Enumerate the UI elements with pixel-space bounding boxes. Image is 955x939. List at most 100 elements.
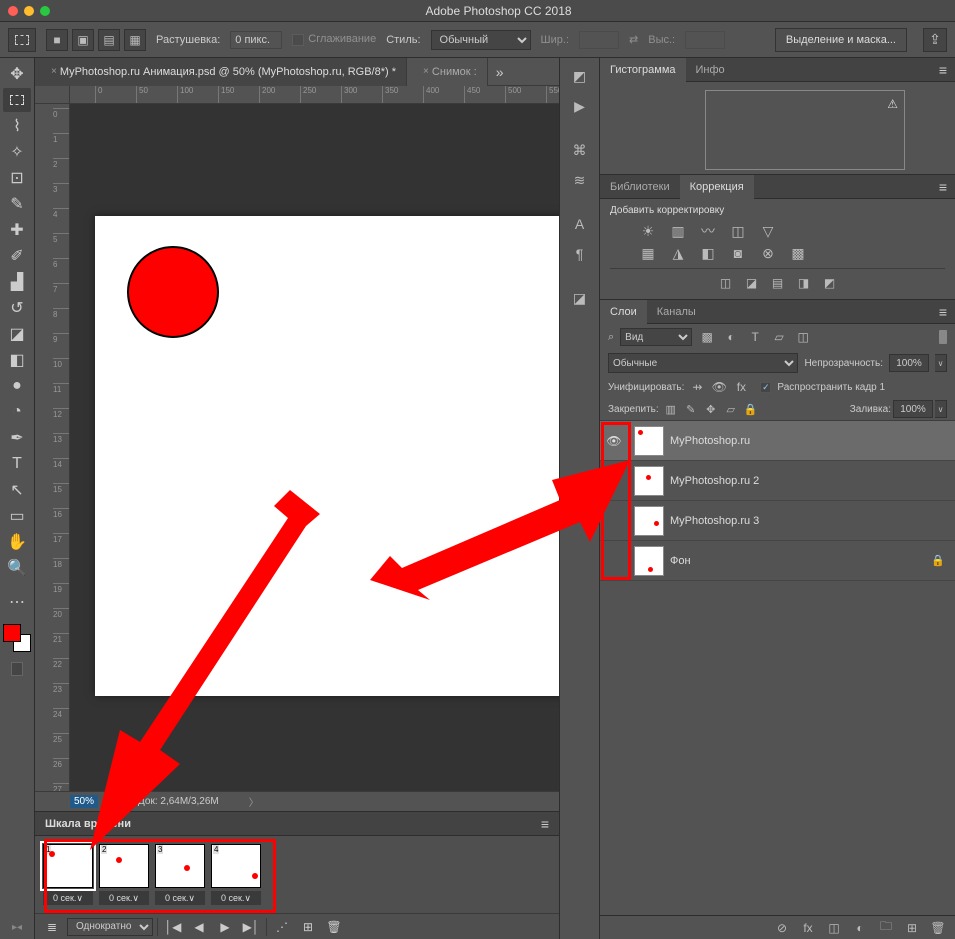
layer-thumbnail[interactable] [634,506,664,536]
exposure-icon[interactable]: ◫ [728,222,748,240]
zoom-level[interactable]: 50% [70,795,98,808]
lock-transparent-icon[interactable]: ▥ [663,401,679,417]
opacity-value[interactable]: 100% [889,354,929,372]
close-tab-icon[interactable]: × [51,66,57,77]
rectangle-tool[interactable]: ▭ [3,504,31,528]
levels-icon[interactable]: ▥ [668,222,688,240]
dock-brush-settings-icon[interactable]: ⌘ [566,138,594,162]
frame-duration[interactable]: 0 сек.∨ [99,891,149,905]
posterize-icon[interactable]: ◪ [743,275,761,291]
height-input[interactable] [685,31,725,49]
delete-frame-icon[interactable]: 🗑 [323,917,345,937]
hue-sat-icon[interactable]: ▦ [638,244,658,262]
feather-input[interactable] [230,31,282,49]
duplicate-frame-icon[interactable]: ⊞ [297,917,319,937]
bw-icon[interactable]: ◧ [698,244,718,262]
color-lookup-icon[interactable]: ▩ [788,244,808,262]
photo-filter-icon[interactable]: ◙ [728,244,748,262]
threshold-icon[interactable]: ▤ [769,275,787,291]
zoom-tool[interactable]: 🔍 [3,556,31,580]
lock-artboard-icon[interactable]: ▱ [723,401,739,417]
vertical-ruler[interactable]: 0123456789101112131415161718192021222324… [35,104,70,791]
convert-timeline-icon[interactable]: ≣ [41,917,63,937]
hand-tool[interactable]: ✋ [3,530,31,554]
rectangular-marquee-tool[interactable] [3,88,31,112]
dock-3d-icon[interactable]: ◪ [566,286,594,310]
doc-info-menu-icon[interactable]: 〉 [249,794,259,809]
adjustments-tab[interactable]: Коррекция [680,175,754,199]
histogram-warning-icon[interactable]: ⚠ [887,97,898,111]
filter-toggle[interactable] [939,330,947,344]
timeline-panel-menu-icon[interactable]: ≡ [541,816,549,832]
layer-name[interactable]: MyPhotoshop.ru [670,435,955,447]
layer-thumbnail[interactable] [634,466,664,496]
frame-thumbnail[interactable]: 3 [155,844,205,888]
new-selection-icon[interactable]: ■ [46,29,68,51]
minimize-window-button[interactable] [24,6,34,16]
play-icon[interactable]: ▶ [214,917,236,937]
frame-thumbnail[interactable]: 2 [99,844,149,888]
libraries-tab[interactable]: Библиотеки [600,175,680,199]
brush-tool[interactable]: ✐ [3,244,31,268]
info-tab[interactable]: Инфо [686,58,735,82]
healing-brush-tool[interactable]: ✚ [3,218,31,242]
layer-filter-kind-select[interactable]: Вид [620,328,692,346]
prev-frame-icon[interactable]: ◀ [188,917,210,937]
timeline-frame[interactable]: 3 0 сек.∨ [155,844,205,905]
antialias-checkbox[interactable]: Сглаживание [292,33,376,45]
layer-style-icon[interactable]: fx [799,920,817,936]
frame-duration[interactable]: 0 сек.∨ [43,891,93,905]
channels-tab[interactable]: Каналы [647,300,706,324]
new-layer-icon[interactable]: ⊞ [903,920,921,936]
layer-row[interactable]: Фон🔒 [600,541,955,581]
canvas-viewport[interactable] [70,104,559,791]
unify-position-icon[interactable]: ⇸ [688,379,706,395]
frame-thumbnail[interactable]: 4 [211,844,261,888]
tab-overflow-icon[interactable]: » [488,64,512,80]
eraser-tool[interactable]: ◪ [3,322,31,346]
layer-name[interactable]: MyPhotoshop.ru 2 [670,475,955,487]
filter-smart-icon[interactable]: ◫ [794,329,812,345]
layer-name[interactable]: Фон [670,555,931,567]
selective-color-icon[interactable]: ◩ [821,275,839,291]
document-tab-1[interactable]: × MyPhotoshop.ru Анимация.psd @ 50% (MyP… [35,58,407,86]
link-layers-icon[interactable]: ⊘ [773,920,791,936]
type-tool[interactable]: T [3,452,31,476]
brightness-contrast-icon[interactable]: ☀ [638,222,658,240]
next-frame-icon[interactable]: ▶│ [240,917,262,937]
layer-mask-icon[interactable]: ◫ [825,920,843,936]
adjustments-panel-menu-icon[interactable]: ≡ [931,179,955,195]
histogram-panel-menu-icon[interactable]: ≡ [931,62,955,78]
filter-type-icon[interactable]: T [746,329,764,345]
add-selection-icon[interactable]: ▣ [72,29,94,51]
lock-icon[interactable]: 🔒 [931,554,945,567]
edit-toolbar-icon[interactable]: ⋯ [3,590,31,614]
move-tool[interactable]: ✥ [3,62,31,86]
filter-shape-icon[interactable]: ▱ [770,329,788,345]
unify-style-icon[interactable]: fx [732,379,750,395]
dock-actions-icon[interactable]: ▶ [566,94,594,118]
stamp-tool[interactable]: ▟ [3,270,31,294]
color-balance-icon[interactable]: ◮ [668,244,688,262]
unify-visibility-icon[interactable]: 👁 [710,379,728,395]
doc-info[interactable]: Док: 2,64M/3,26M [138,796,219,807]
frame-duration[interactable]: 0 сек.∨ [155,891,205,905]
timeline-frame[interactable]: 2 0 сек.∨ [99,844,149,905]
magic-wand-tool[interactable]: ✧ [3,140,31,164]
tween-icon[interactable]: ⋰ [271,917,293,937]
channel-mixer-icon[interactable]: ⊗ [758,244,778,262]
frame-thumbnail[interactable]: 1 [43,844,93,888]
first-frame-icon[interactable]: │◀ [162,917,184,937]
layer-name[interactable]: MyPhotoshop.ru 3 [670,515,955,527]
new-fill-adj-icon[interactable]: ◐ [851,920,869,936]
opacity-dropdown-icon[interactable]: ∨ [935,354,947,372]
width-input[interactable] [579,31,619,49]
timeline-frame[interactable]: 1 0 сек.∨ [43,844,93,905]
timeline-frame[interactable]: 40 сек.∨ [211,844,261,905]
close-window-button[interactable] [8,6,18,16]
document-canvas[interactable] [95,216,559,696]
timeline-panel-title[interactable]: Шкала времени [45,818,131,830]
gradient-tool[interactable]: ◧ [3,348,31,372]
vibrance-icon[interactable]: ▽ [758,222,778,240]
layer-visibility-toggle[interactable]: 👁 [600,434,628,448]
